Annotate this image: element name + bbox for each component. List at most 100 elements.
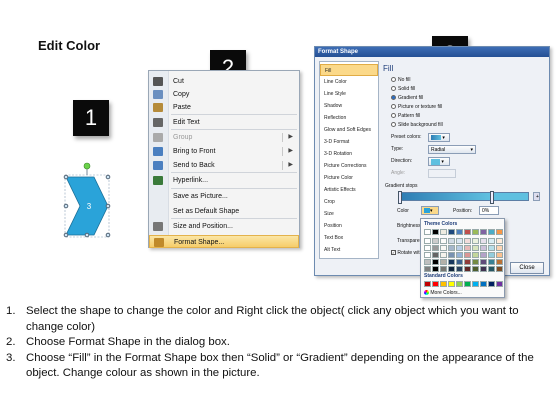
theme-color-swatch[interactable] bbox=[480, 245, 487, 251]
menu-item-hyperlink[interactable]: Hyperlink... bbox=[149, 174, 299, 187]
theme-color-swatch[interactable] bbox=[480, 259, 487, 265]
theme-color-swatch[interactable] bbox=[464, 238, 471, 244]
theme-color-swatch[interactable] bbox=[448, 266, 455, 272]
theme-color-swatch[interactable] bbox=[472, 266, 479, 272]
theme-color-swatch[interactable] bbox=[480, 266, 487, 272]
menu-item-size-and-position[interactable]: Size and Position... bbox=[149, 220, 299, 233]
theme-color-swatch[interactable] bbox=[424, 259, 431, 265]
theme-color-swatch[interactable] bbox=[448, 259, 455, 265]
standard-color-swatch[interactable] bbox=[440, 281, 447, 287]
theme-color-swatch[interactable] bbox=[488, 245, 495, 251]
menu-item-save-as-picture[interactable]: Save as Picture... bbox=[149, 190, 299, 203]
standard-color-swatch[interactable] bbox=[472, 281, 479, 287]
theme-color-swatch[interactable] bbox=[488, 259, 495, 265]
fill-option-solid-fill[interactable]: Solid fill bbox=[391, 86, 415, 94]
gradient-stop-start[interactable] bbox=[398, 191, 402, 204]
theme-color-swatch[interactable] bbox=[488, 252, 495, 258]
theme-color-swatch[interactable] bbox=[496, 259, 503, 265]
menu-item-paste[interactable]: Paste bbox=[149, 101, 299, 114]
theme-color-swatch[interactable] bbox=[496, 266, 503, 272]
menu-item-copy[interactable]: Copy bbox=[149, 88, 299, 101]
category-3-d-rotation[interactable]: 3-D Rotation bbox=[320, 148, 378, 160]
menu-item-set-as-default-shape[interactable]: Set as Default Shape bbox=[149, 205, 299, 218]
theme-color-swatch[interactable] bbox=[496, 238, 503, 244]
theme-color-swatch[interactable] bbox=[424, 245, 431, 251]
chevron-shape[interactable]: 3 bbox=[62, 162, 112, 243]
position-input[interactable]: 0% bbox=[479, 206, 499, 215]
category-artistic-effects[interactable]: Artistic Effects bbox=[320, 184, 378, 196]
theme-color-swatch[interactable] bbox=[448, 252, 455, 258]
theme-color-swatch[interactable] bbox=[440, 229, 447, 235]
category-picture-color[interactable]: Picture Color bbox=[320, 172, 378, 184]
theme-color-swatch[interactable] bbox=[496, 245, 503, 251]
theme-color-swatch[interactable] bbox=[464, 229, 471, 235]
theme-color-swatch[interactable] bbox=[456, 252, 463, 258]
category-text-box[interactable]: Text Box bbox=[320, 232, 378, 244]
theme-color-swatch[interactable] bbox=[448, 245, 455, 251]
category-picture-corrections[interactable]: Picture Corrections bbox=[320, 160, 378, 172]
fill-option-pattern-fill[interactable]: Pattern fill bbox=[391, 113, 420, 121]
theme-color-swatch[interactable] bbox=[432, 238, 439, 244]
menu-item-group[interactable]: Group ▶ bbox=[149, 131, 299, 144]
theme-color-swatch[interactable] bbox=[480, 229, 487, 235]
menu-item-edit-text[interactable]: Edit Text bbox=[149, 116, 299, 129]
theme-color-swatch[interactable] bbox=[432, 259, 439, 265]
direction-button[interactable]: ▾ bbox=[428, 157, 450, 166]
standard-color-swatch[interactable] bbox=[456, 281, 463, 287]
theme-color-swatch[interactable] bbox=[448, 229, 455, 235]
category-shadow[interactable]: Shadow bbox=[320, 100, 378, 112]
theme-color-swatch[interactable] bbox=[464, 259, 471, 265]
theme-color-swatch[interactable] bbox=[472, 245, 479, 251]
category-glow-and-soft-edges[interactable]: Glow and Soft Edges bbox=[320, 124, 378, 136]
theme-color-swatch[interactable] bbox=[496, 229, 503, 235]
theme-color-swatch[interactable] bbox=[440, 266, 447, 272]
theme-color-swatch[interactable] bbox=[456, 245, 463, 251]
theme-color-swatch[interactable] bbox=[456, 229, 463, 235]
more-colors-link[interactable]: More Colors... bbox=[424, 290, 462, 296]
theme-color-swatch[interactable] bbox=[496, 252, 503, 258]
color-picker-button[interactable]: ▾ bbox=[421, 206, 439, 215]
category-line-style[interactable]: Line Style bbox=[320, 88, 378, 100]
menu-item-format-shape[interactable]: Format Shape... bbox=[149, 235, 299, 248]
theme-color-swatch[interactable] bbox=[456, 238, 463, 244]
standard-color-swatch[interactable] bbox=[496, 281, 503, 287]
theme-color-swatch[interactable] bbox=[456, 259, 463, 265]
standard-color-swatch[interactable] bbox=[480, 281, 487, 287]
standard-color-swatch[interactable] bbox=[432, 281, 439, 287]
menu-item-bring-to-front[interactable]: Bring to Front ▶ bbox=[149, 145, 299, 158]
menu-item-send-to-back[interactable]: Send to Back ▶ bbox=[149, 159, 299, 172]
theme-color-swatch[interactable] bbox=[424, 266, 431, 272]
theme-color-swatch[interactable] bbox=[448, 238, 455, 244]
category-crop[interactable]: Crop bbox=[320, 196, 378, 208]
add-stop-icon[interactable]: + bbox=[533, 192, 540, 201]
type-select[interactable]: Radial ▾ bbox=[428, 145, 476, 154]
theme-color-swatch[interactable] bbox=[472, 259, 479, 265]
category-reflection[interactable]: Reflection bbox=[320, 112, 378, 124]
theme-color-swatch[interactable] bbox=[424, 229, 431, 235]
theme-color-swatch[interactable] bbox=[432, 229, 439, 235]
fill-option-picture-or-texture-fill[interactable]: Picture or texture fill bbox=[391, 104, 442, 112]
standard-color-swatch[interactable] bbox=[424, 281, 431, 287]
preset-colors-button[interactable]: ▾ bbox=[428, 133, 450, 142]
theme-color-swatch[interactable] bbox=[424, 238, 431, 244]
theme-color-swatch[interactable] bbox=[440, 238, 447, 244]
standard-color-swatch[interactable] bbox=[464, 281, 471, 287]
gradient-stops-bar[interactable] bbox=[398, 191, 529, 204]
theme-color-swatch[interactable] bbox=[488, 229, 495, 235]
theme-color-swatch[interactable] bbox=[432, 266, 439, 272]
theme-color-swatch[interactable] bbox=[440, 245, 447, 251]
theme-color-swatch[interactable] bbox=[488, 266, 495, 272]
theme-color-swatch[interactable] bbox=[472, 229, 479, 235]
category-3-d-format[interactable]: 3-D Format bbox=[320, 136, 378, 148]
theme-color-swatch[interactable] bbox=[464, 266, 471, 272]
rotation-handle[interactable] bbox=[83, 162, 91, 170]
fill-option-slide-background-fill[interactable]: Slide background fill bbox=[391, 122, 443, 130]
theme-color-swatch[interactable] bbox=[464, 245, 471, 251]
standard-color-swatch[interactable] bbox=[448, 281, 455, 287]
theme-color-swatch[interactable] bbox=[480, 238, 487, 244]
theme-color-swatch[interactable] bbox=[440, 252, 447, 258]
angle-input[interactable] bbox=[428, 169, 456, 178]
category-fill[interactable]: Fill bbox=[320, 64, 378, 76]
theme-color-swatch[interactable] bbox=[456, 266, 463, 272]
theme-color-swatch[interactable] bbox=[440, 259, 447, 265]
